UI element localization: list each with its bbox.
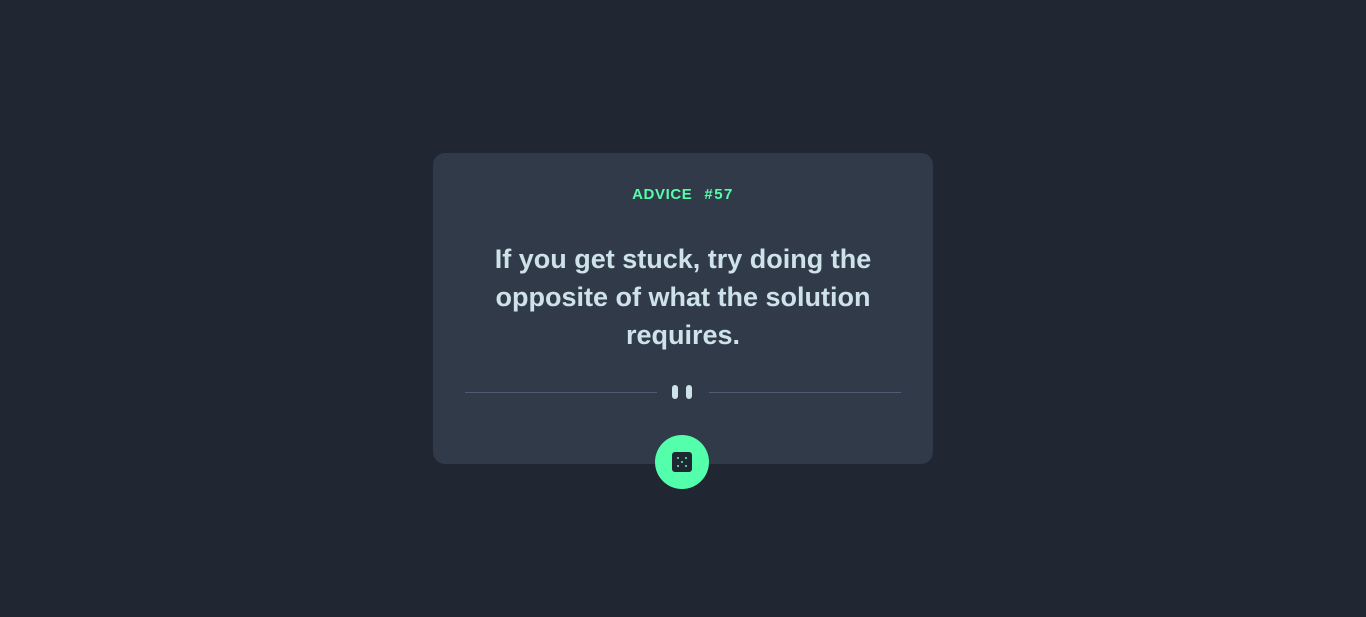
- advice-card: ADVICE #57 If you get stuck, try doing th…: [433, 153, 933, 489]
- divider-line-right: [709, 392, 901, 393]
- generate-advice-button[interactable]: [655, 435, 709, 489]
- divider-line-left: [465, 392, 657, 393]
- dice-icon: [672, 452, 692, 472]
- advice-quote: If you get stuck, try doing the opposite…: [494, 244, 872, 350]
- advice-number: #57: [704, 186, 734, 203]
- pattern-divider: [465, 384, 901, 400]
- pause-icon: [672, 385, 694, 399]
- advice-heading: ADVICE #57: [433, 186, 933, 203]
- advice-label: ADVICE: [632, 186, 693, 203]
